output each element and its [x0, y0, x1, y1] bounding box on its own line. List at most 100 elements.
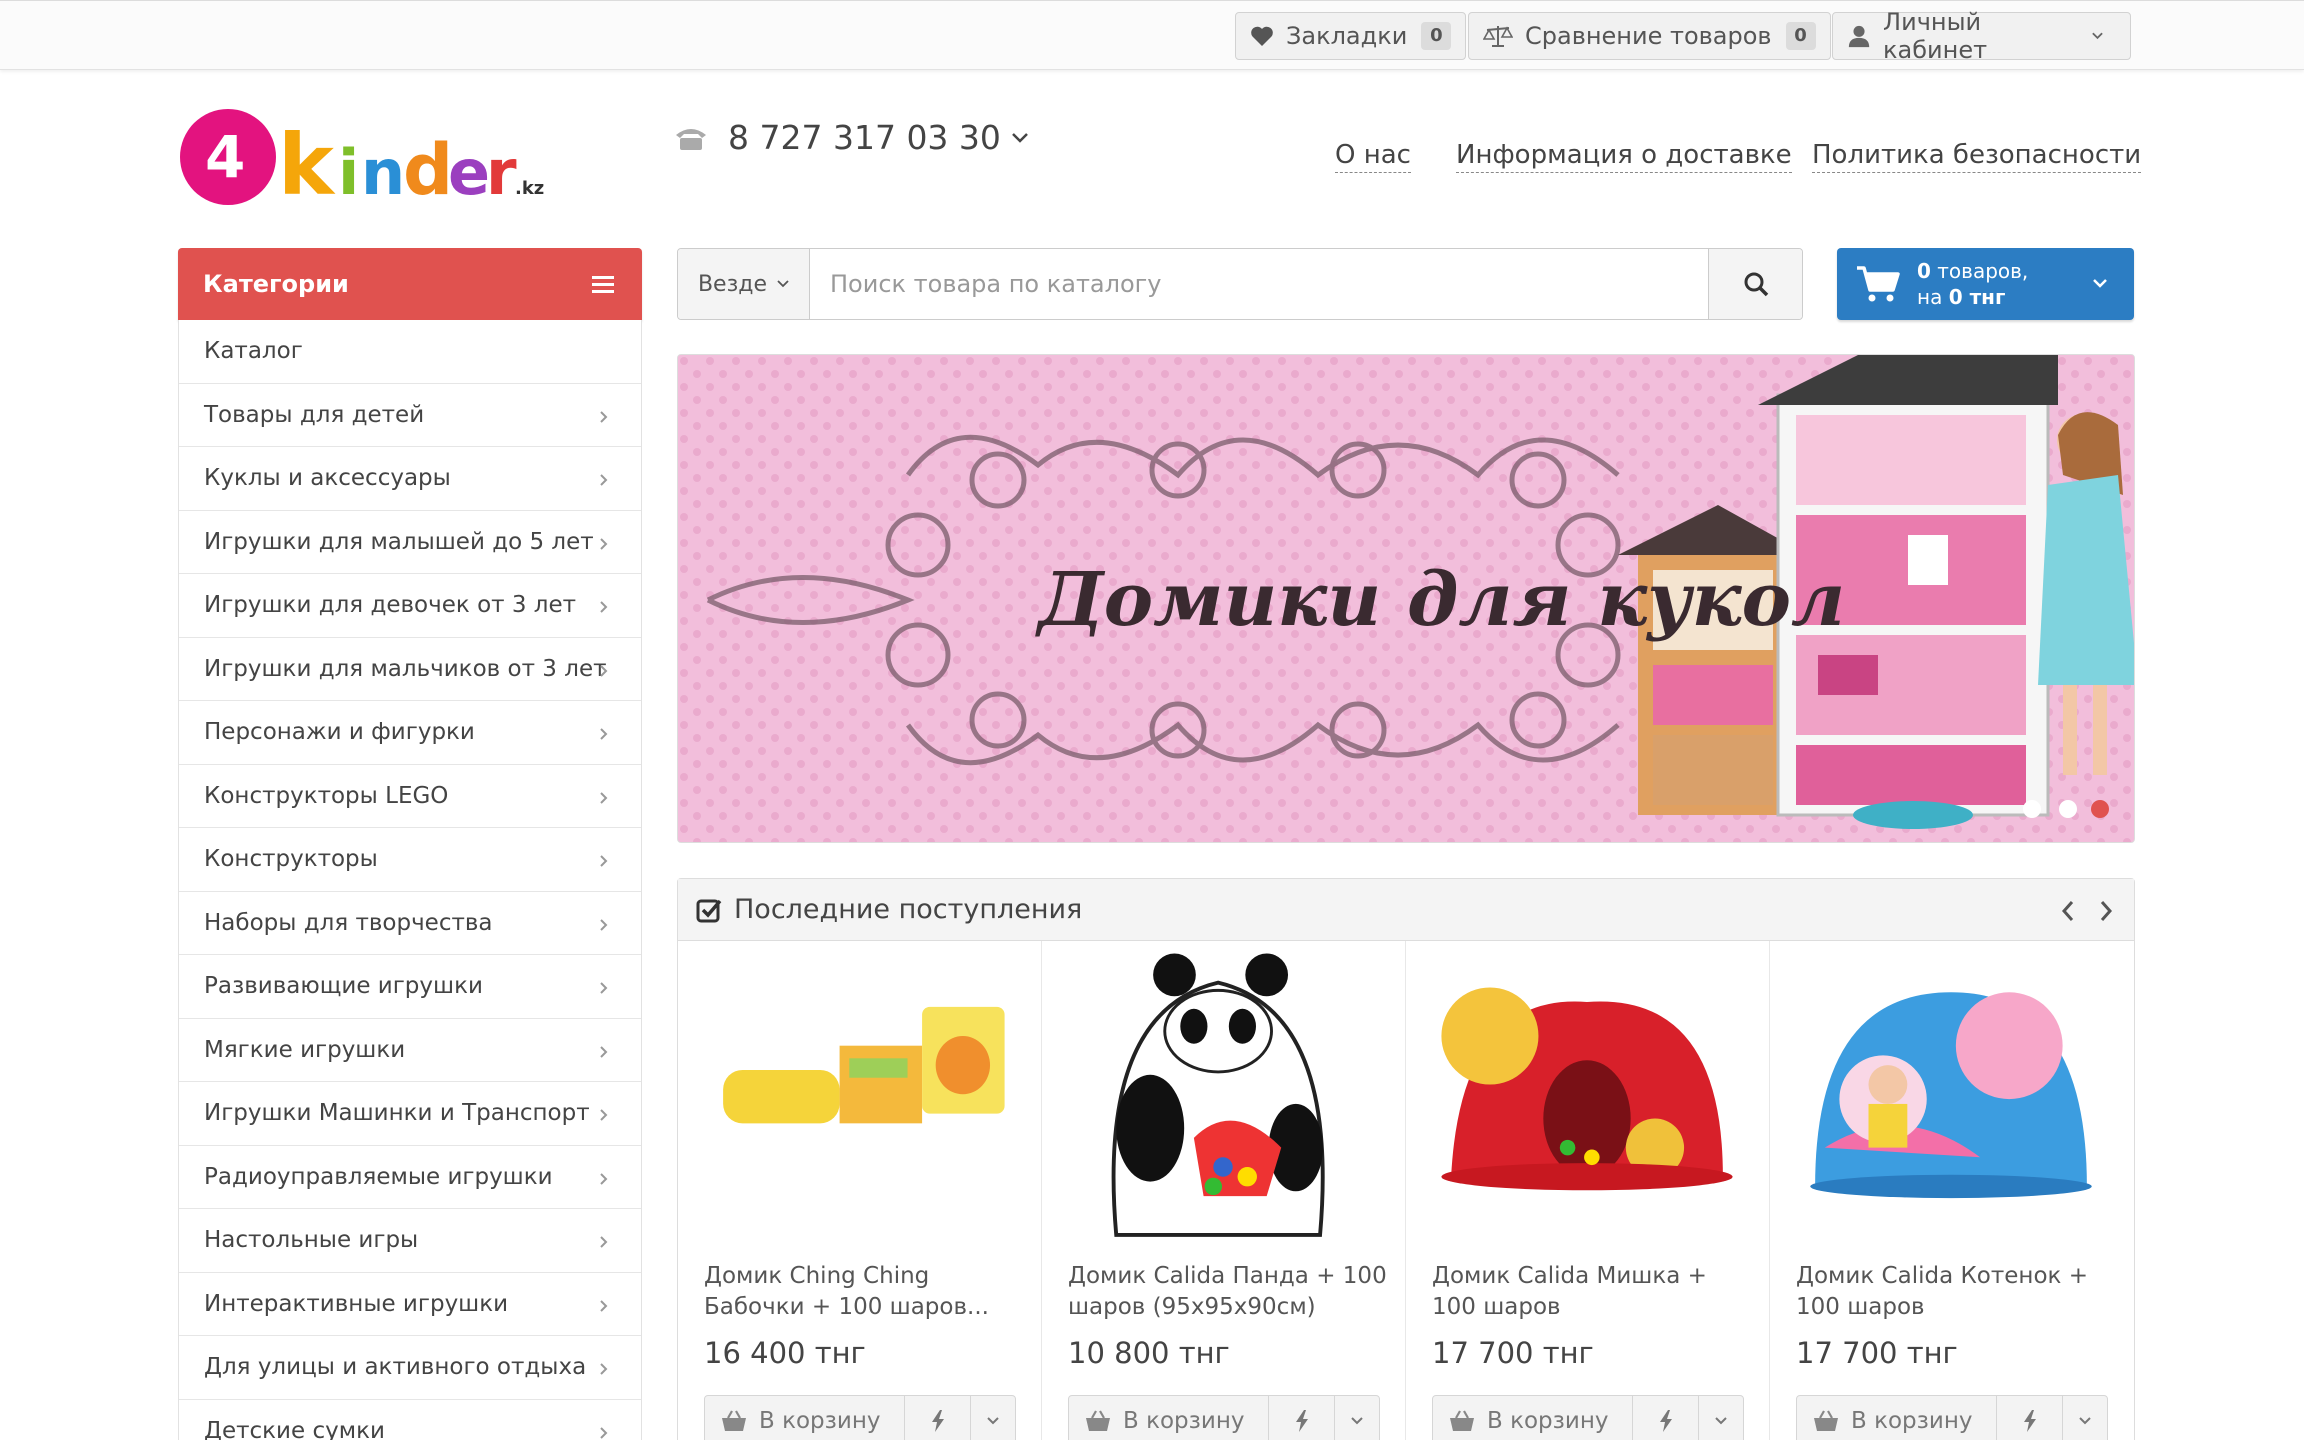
product-card[interactable]: Домик Calida Котенок + 100 шаров 17 700 т…: [1770, 941, 2134, 1440]
cart-total-prefix: на: [1917, 285, 1943, 309]
sidebar-category-item[interactable]: Товары для детей: [179, 384, 641, 447]
sidebar-category-item[interactable]: Игрушки Машинки и Транспорт: [179, 1082, 641, 1146]
chevron-right-icon: [600, 474, 608, 486]
sidebar-category-label: Интерактивные игрушки: [204, 1290, 509, 1317]
bookmarks-button[interactable]: Закладки 0: [1235, 12, 1467, 60]
account-button[interactable]: Личный кабинет: [1832, 8, 2131, 64]
categories-header[interactable]: Категории: [178, 248, 642, 320]
chevron-down-icon: [1012, 132, 1028, 143]
sidebar-category-label: Настольные игры: [204, 1227, 419, 1254]
cart-button[interactable]: 0 товаров, на 0 тнг: [1837, 248, 2134, 320]
search-scope-dropdown[interactable]: Везде: [678, 249, 810, 319]
product-name[interactable]: Домик Calida Панда + 100 шаров (95х95х90…: [1068, 1261, 1388, 1323]
sidebar-category-item[interactable]: Персонажи и фигурки: [179, 701, 641, 765]
product-image[interactable]: [1786, 949, 2116, 1254]
sidebar-category-item[interactable]: Конструкторы LEGO: [179, 765, 641, 828]
sidebar-category-label: Конструкторы LEGO: [204, 782, 449, 809]
sidebar-category-item[interactable]: Радиоуправляемые игрушки: [179, 1146, 641, 1209]
slider-dot-3-active[interactable]: [2091, 800, 2109, 818]
product-image[interactable]: [694, 949, 1024, 1254]
product-card[interactable]: Домик Ching Ching Бабочки + 100 шаров...…: [678, 941, 1042, 1440]
sidebar-category-item[interactable]: Игрушки для девочек от 3 лет: [179, 574, 641, 638]
more-options-button[interactable]: [1335, 1396, 1379, 1440]
promo-banner[interactable]: Домики для кукол: [677, 354, 2135, 843]
cart-count-label: товаров,: [1937, 259, 2029, 283]
product-price: 17 700 тнг: [1432, 1336, 1594, 1370]
add-to-cart-label: В корзину: [759, 1408, 881, 1434]
more-options-button[interactable]: [971, 1396, 1015, 1440]
search-scope-label: Везде: [697, 271, 768, 297]
sidebar-category-item[interactable]: Наборы для творчества: [179, 892, 641, 955]
user-icon: [1848, 25, 1870, 48]
sidebar-category-item[interactable]: Куклы и аксессуары: [179, 447, 641, 511]
product-grid: Домик Ching Ching Бабочки + 100 шаров...…: [678, 941, 2134, 1440]
chevron-down-icon: [777, 280, 789, 288]
product-actions: В корзину: [704, 1395, 1016, 1440]
bookmarks-count-badge: 0: [1421, 22, 1452, 50]
compare-button[interactable]: Сравнение товаров 0: [1468, 12, 1831, 60]
sidebar-category-label: Каталог: [204, 338, 303, 365]
add-to-cart-button[interactable]: В корзину: [1069, 1396, 1269, 1440]
categories-title: Категории: [203, 270, 349, 298]
add-to-cart-button[interactable]: В корзину: [705, 1396, 905, 1440]
svg-text:4: 4: [205, 123, 245, 191]
latest-arrivals-panel: Последние поступления Домик Ching Ching …: [677, 878, 2135, 1440]
lightning-icon: [2023, 1410, 2036, 1432]
svg-text:k: k: [278, 116, 336, 212]
sidebar-category-item[interactable]: Детские сумки: [179, 1400, 641, 1440]
quick-order-button[interactable]: [1997, 1396, 2063, 1440]
svg-text:n: n: [361, 136, 405, 209]
nav-about[interactable]: О нас: [1335, 140, 1411, 173]
quick-order-button[interactable]: [1269, 1396, 1335, 1440]
chevron-down-icon: [1715, 1417, 1727, 1425]
banner-image: Домики для кукол: [678, 355, 2134, 842]
sidebar-category-item[interactable]: Развивающие игрушки: [179, 955, 641, 1019]
chevron-down-icon: [2093, 279, 2107, 288]
search-input[interactable]: [810, 249, 1708, 319]
slider-dot-2[interactable]: [2059, 800, 2077, 818]
carousel-prev-icon[interactable]: [2060, 899, 2076, 923]
svg-text:r: r: [486, 136, 517, 209]
site-logo[interactable]: 4 k i n d e r .kz: [178, 102, 558, 212]
sidebar-category-item[interactable]: Игрушки для малышей до 5 лет: [179, 511, 641, 574]
top-bar: Закладки 0 Сравнение товаров 0 Личный ка…: [0, 0, 2304, 70]
product-name[interactable]: Домик Ching Ching Бабочки + 100 шаров...: [704, 1261, 1024, 1323]
more-options-button[interactable]: [1699, 1396, 1743, 1440]
add-to-cart-label: В корзину: [1851, 1408, 1973, 1434]
quick-order-button[interactable]: [905, 1396, 971, 1440]
product-card[interactable]: Домик Calida Панда + 100 шаров (95х95х90…: [1042, 941, 1406, 1440]
product-image[interactable]: [1422, 949, 1752, 1254]
search-button[interactable]: [1708, 249, 1802, 319]
sidebar-category-item[interactable]: Игрушки для мальчиков от 3 лет: [179, 638, 641, 701]
carousel-next-icon[interactable]: [2098, 899, 2114, 923]
add-to-cart-button[interactable]: В корзину: [1433, 1396, 1633, 1440]
sidebar-category-item[interactable]: Интерактивные игрушки: [179, 1273, 641, 1336]
nav-delivery[interactable]: Информация о доставке: [1456, 140, 1792, 173]
svg-text:i: i: [338, 136, 359, 209]
slider-dot-1[interactable]: [2023, 800, 2041, 818]
sidebar-category-label: Мягкие игрушки: [204, 1036, 406, 1063]
sidebar-category-item[interactable]: Конструкторы: [179, 828, 641, 892]
product-name[interactable]: Домик Calida Мишка + 100 шаров: [1432, 1261, 1752, 1323]
chevron-right-icon: [600, 1109, 608, 1121]
chevron-right-icon: [600, 664, 608, 677]
product-image[interactable]: [1058, 949, 1388, 1254]
phone-dropdown[interactable]: 8 727 317 03 30: [674, 118, 1029, 157]
product-price: 10 800 тнг: [1068, 1336, 1230, 1370]
lightning-icon: [1295, 1410, 1308, 1432]
sidebar-category-item[interactable]: Каталог: [179, 320, 641, 384]
sidebar-category-item[interactable]: Мягкие игрушки: [179, 1019, 641, 1082]
product-card[interactable]: Домик Calida Мишка + 100 шаров 17 700 тнг…: [1406, 941, 1770, 1440]
more-options-button[interactable]: [2063, 1396, 2107, 1440]
nav-privacy[interactable]: Политика безопасности: [1812, 140, 2142, 173]
search-icon: [1744, 272, 1768, 297]
add-to-cart-button[interactable]: В корзину: [1797, 1396, 1997, 1440]
phone-icon: [676, 128, 706, 150]
sidebar-category-item[interactable]: Настольные игры: [179, 1209, 641, 1273]
sidebar-category-item[interactable]: Для улицы и активного отдыха: [179, 1336, 641, 1400]
product-name[interactable]: Домик Calida Котенок + 100 шаров: [1796, 1261, 2116, 1323]
quick-order-button[interactable]: [1633, 1396, 1699, 1440]
sidebar-category-label: Развивающие игрушки: [204, 973, 483, 1000]
sidebar-category-label: Радиоуправляемые игрушки: [204, 1163, 553, 1190]
chevron-right-icon: [600, 855, 608, 867]
